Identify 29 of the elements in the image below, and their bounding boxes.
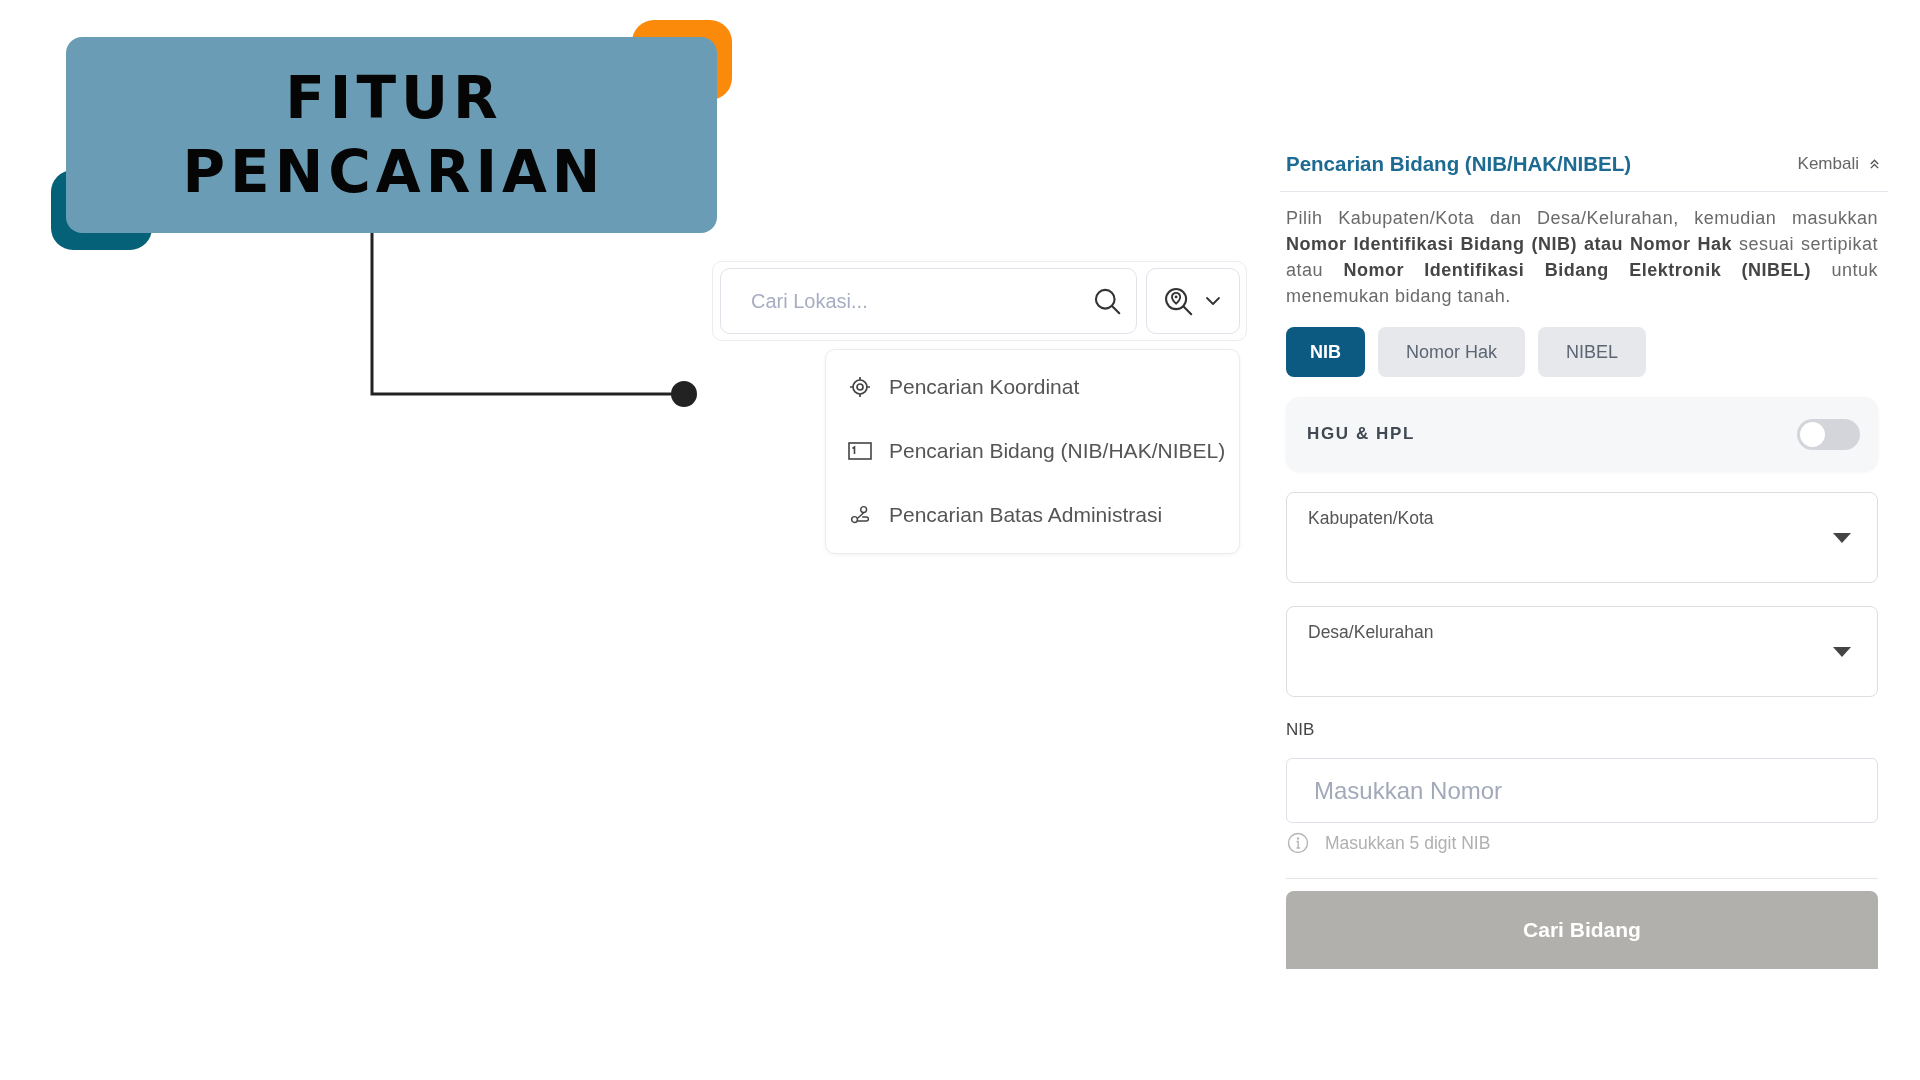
- toggle-label: HGU & HPL: [1307, 424, 1415, 444]
- panel-title: Pencarian Bidang (NIB/HAK/NIBEL): [1286, 152, 1632, 176]
- menu-item[interactable]: Pencarian Batas Administrasi: [826, 483, 1239, 547]
- hint-text: Masukkan 5 digit NIB: [1325, 832, 1491, 854]
- search-icon[interactable]: [1093, 287, 1121, 315]
- field-label: NIB: [1286, 719, 1315, 741]
- back-link[interactable]: Kembali: [1797, 152, 1880, 176]
- tab[interactable]: NIBEL: [1538, 327, 1647, 377]
- location-search-button[interactable]: [1146, 268, 1240, 334]
- target-icon: [849, 376, 871, 398]
- double-chevron-up-icon: [1869, 158, 1880, 170]
- chevron-down-icon: [1204, 296, 1221, 306]
- description-text: Pilih Kabupaten/Kota dan Desa/Kelurahan, kemudian masukkan Nomor Identifikasi Bidang (NIB) atau Nomor Hak sesuai sertipikat atau Nomor Identifikasi Bidang Elektronik (NIBEL) untuk menemukan bidang tanah.: [1286, 207, 1878, 308]
- caret-icon: [1833, 647, 1851, 657]
- info-icon: [1287, 832, 1309, 854]
- tab[interactable]: NIB: [1286, 327, 1365, 377]
- toggle-switch[interactable]: [1797, 418, 1860, 450]
- numbered-box-icon: [848, 442, 872, 460]
- slide-title: FITUR PENCARIAN: [181, 63, 606, 208]
- menu-item[interactable]: Pencarian Bidang (NIB/HAK/NIBEL): [826, 419, 1239, 483]
- select-field[interactable]: Kabupaten/Kota: [1286, 492, 1878, 583]
- tab[interactable]: Nomor Hak: [1378, 327, 1526, 377]
- pin-search-icon: [1163, 286, 1193, 316]
- select-field[interactable]: Desa/Kelurahan: [1286, 606, 1878, 697]
- caret-icon: [1833, 533, 1851, 543]
- route-icon: [850, 505, 870, 525]
- menu-item[interactable]: Pencarian Koordinat: [826, 355, 1239, 419]
- search-field[interactable]: Cari Lokasi...: [720, 268, 1137, 334]
- input-field[interactable]: Masukkan Nomor: [1286, 758, 1878, 823]
